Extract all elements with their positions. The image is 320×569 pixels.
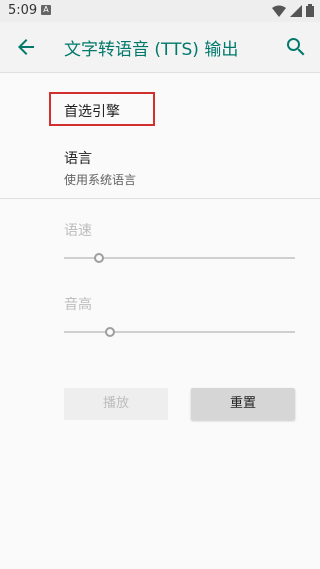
pref-language-title: 语言 <box>64 151 92 167</box>
status-icons <box>272 4 314 17</box>
page-title: 文字转语音 (TTS) 输出 <box>64 40 239 60</box>
slider-thumb[interactable] <box>93 253 104 263</box>
battery-icon <box>306 4 314 17</box>
status-time: 5:09 <box>8 3 38 18</box>
signal-icon <box>290 4 302 17</box>
pitch-label: 音高 <box>64 297 92 313</box>
slider-thumb[interactable] <box>105 327 116 337</box>
slider-track <box>64 331 295 333</box>
highlight-box <box>49 92 155 126</box>
pitch-slider[interactable] <box>64 327 295 337</box>
app-bar: 文字转语音 (TTS) 输出 <box>0 22 320 73</box>
divider <box>0 198 320 199</box>
notification-icon: A <box>41 5 51 15</box>
status-bar: 5:09 A <box>0 0 320 22</box>
pref-language[interactable]: 语言 使用系统语言 <box>0 140 320 192</box>
wifi-icon <box>272 5 286 17</box>
search-icon[interactable] <box>284 35 308 59</box>
pref-language-summary: 使用系统语言 <box>64 173 137 187</box>
speech-rate-label: 语速 <box>64 223 92 239</box>
speech-rate-slider[interactable] <box>64 253 295 263</box>
back-arrow-icon[interactable] <box>14 35 38 59</box>
reset-button[interactable]: 重置 <box>191 388 295 420</box>
pref-preferred-engine[interactable]: 首选引擎 <box>0 88 320 132</box>
play-button[interactable]: 播放 <box>64 388 168 420</box>
